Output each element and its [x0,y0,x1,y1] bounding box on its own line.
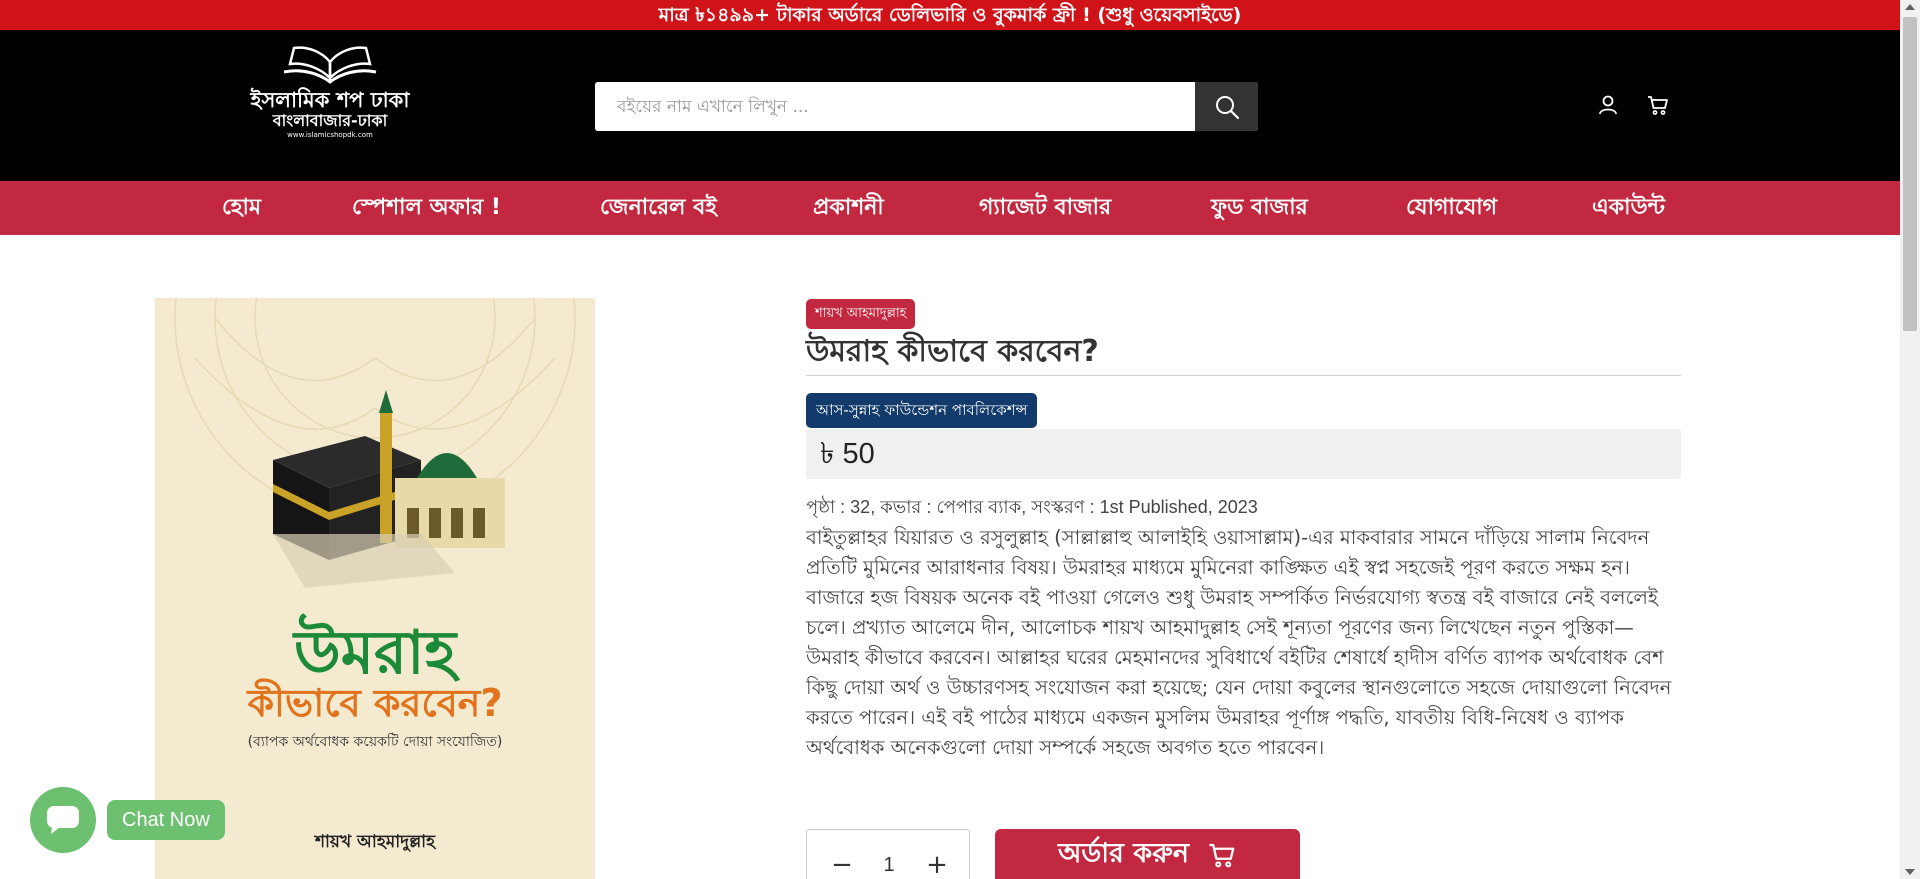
order-button-label: অর্ডার করুন [1057,837,1190,869]
scrollbar-thumb[interactable] [1903,17,1917,331]
site-logo[interactable]: ইসলামিক শপ ঢাকা বাংলাবাজার-ঢাকা www.isla… [245,42,415,162]
increase-quantity-button[interactable]: + [922,850,952,879]
cart-icon [1209,843,1235,868]
site-header: ইসলামিক শপ ঢাকা বাংলাবাজার-ঢাকা www.isla… [0,30,1900,181]
cover-title-line2: কীভাবে করবেন? [247,681,503,725]
book-cover-image[interactable]: উমরাহ কীভাবে করবেন? (ব্যাপক অর্থবোধক কয়… [155,298,595,879]
scroll-up-arrow-icon[interactable] [1905,4,1915,10]
cover-subtitle: (ব্যাপক অর্থবোধক কয়েকটি দোয়া সংযোজিত) [247,734,503,750]
search-input[interactable] [595,82,1195,131]
product-description: বাইতুল্লাহর যিয়ারত ও রসুলুল্লাহ (সাল্লা… [806,526,1672,759]
announcement-bar: মাত্র ৳১৪৯৯+ টাকার অর্ডারে ডেলিভারি ও বু… [0,0,1900,30]
nav-item-gadget-bazar[interactable]: গ্যাজেট বাজার [979,181,1111,235]
header-icons [1596,93,1670,117]
main-nav: হোম স্পেশাল অফার ! জেনারেল বই প্রকাশনী গ… [0,181,1900,235]
logo-name: ইসলামিক শপ ঢাকা [250,88,410,112]
order-button[interactable]: অর্ডার করুন [995,829,1300,879]
cover-artwork [155,298,595,879]
open-book-icon [283,46,377,84]
nav-item-account[interactable]: একাউন্ট [1592,181,1665,235]
decrease-quantity-button[interactable]: − [827,850,857,879]
nav-item-publishers[interactable]: প্রকাশনী [813,181,884,235]
chat-bubble-icon [47,806,79,834]
cover-title-line1: উমরাহ [294,618,456,688]
nav-item-general-books[interactable]: জেনারেল বই [600,181,717,235]
product-title: উমরাহ কীভাবে করবেন? [806,334,1099,369]
publisher-badge[interactable]: আস-সুন্নাহ ফাউন্ডেশন পাবলিকেশন্স [806,393,1038,428]
price-box: ৳ 50 [806,429,1681,479]
product-meta: পৃষ্ঠা : 32, কভার : পেপার ব্যাক, সংস্করণ… [806,497,1258,517]
user-icon[interactable] [1596,93,1620,117]
nav-item-special-offer[interactable]: স্পেশাল অফার ! [352,181,501,235]
title-divider [806,375,1681,376]
product-price: ৳ 50 [820,438,875,470]
scroll-down-arrow-icon[interactable] [1905,869,1915,875]
page-scrollbar[interactable] [1900,0,1920,879]
nav-item-contact[interactable]: যোগাযোগ [1406,181,1497,235]
cart-icon[interactable] [1646,93,1670,117]
search-button[interactable] [1195,82,1258,131]
search-bar [595,82,1258,131]
nav-item-home[interactable]: হোম [222,181,261,235]
logo-location: বাংলাবাজার-ঢাকা [272,111,388,130]
quantity-stepper: − 1 + [806,829,970,879]
quantity-value[interactable]: 1 [862,850,916,879]
chat-widget-button[interactable] [30,787,96,853]
search-icon [1215,95,1239,119]
logo-website: www.islamicshopdk.com [287,131,373,139]
nav-item-food-bazar[interactable]: ফুড বাজার [1211,181,1308,235]
chat-now-label[interactable]: Chat Now [107,800,225,840]
author-badge[interactable]: শায়খ আহমাদুল্লাহ [806,299,916,329]
